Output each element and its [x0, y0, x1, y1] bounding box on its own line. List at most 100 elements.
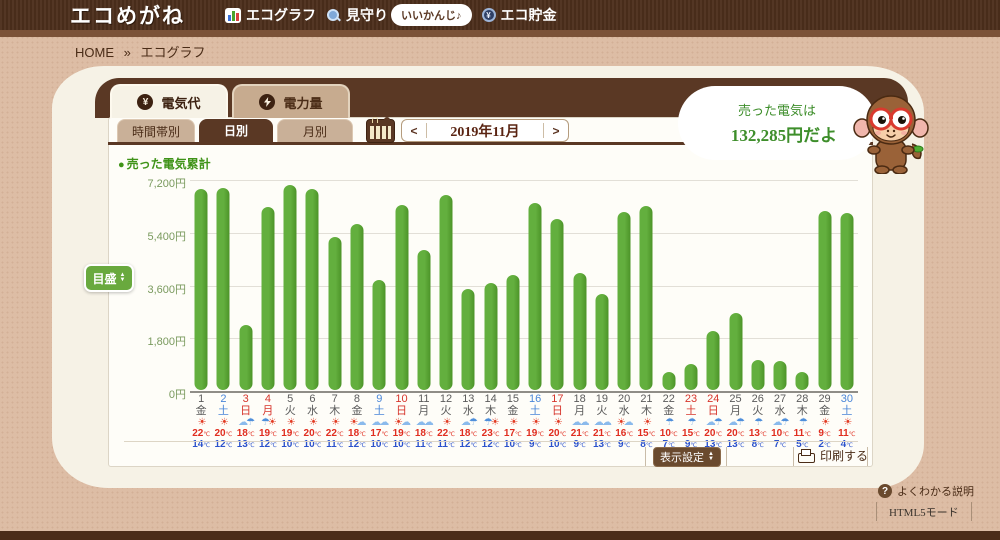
subtab-jikantaibetsu[interactable]: 時間帯別 — [117, 119, 195, 142]
bar-day-27 — [773, 360, 787, 390]
cloud-icon: ☁ — [593, 417, 604, 428]
help-link[interactable]: ? よくわかる説明 — [878, 483, 974, 499]
x-label-day-20: 20 水 ☀☁ 16℃ 9℃ — [613, 394, 635, 451]
umbrella-icon: ☂ — [736, 417, 745, 428]
divider — [793, 447, 794, 466]
next-month-button[interactable]: > — [544, 124, 568, 138]
bar-column-day-11 — [413, 180, 435, 391]
cloud-icon: ☁ — [728, 417, 738, 428]
bar-day-8 — [350, 223, 364, 390]
bar-column-day-14 — [479, 180, 501, 391]
bar-day-25 — [729, 313, 742, 390]
legend-label: 売った電気累計 — [126, 157, 211, 171]
display-settings-button[interactable]: 表示設定 ▲ ▼ — [653, 447, 721, 467]
date-navigator: < 2019年11月 > — [401, 119, 569, 142]
bolt-icon — [259, 94, 276, 110]
y-tick-label: 7,200円 — [147, 178, 186, 190]
tab-denryokuryo[interactable]: 電力量 — [232, 84, 350, 118]
bar-day-9 — [372, 279, 386, 390]
prev-month-button[interactable]: < — [402, 124, 426, 138]
bar-day-6 — [305, 188, 319, 390]
status-badge: いいかんじ♪ — [391, 4, 472, 26]
tab-label: 電気代 — [161, 95, 201, 111]
umbrella-icon: ☂ — [754, 417, 763, 428]
sun-icon: ☀ — [553, 417, 563, 428]
y-tick-label: 0円 — [168, 389, 186, 401]
subtab-tsukibetsu[interactable]: 月別 — [277, 119, 353, 142]
bar-day-18 — [573, 273, 587, 390]
umbrella-icon: ☂ — [687, 417, 696, 428]
cloud-icon: ☁ — [772, 417, 783, 428]
x-label-day-4: 4 月 ☂☀ 19℃ 12℃ — [257, 394, 279, 451]
bar-column-day-3 — [235, 180, 257, 391]
x-label-day-11: 11 月 ☁☁ 18℃ 11℃ — [413, 394, 435, 451]
bar-day-22 — [662, 372, 676, 390]
x-label-day-12: 12 火 ☀ 22℃ 11℃ — [435, 394, 457, 451]
sun-icon: ☀ — [331, 417, 340, 428]
sun-icon: ☀ — [286, 417, 296, 428]
bar-column-day-5 — [279, 180, 301, 391]
x-label-day-24: 24 日 ☁☂ 20℃ 13℃ — [702, 394, 724, 451]
bar-day-5 — [283, 185, 297, 390]
bar-column-day-25 — [724, 180, 746, 391]
bar-day-7 — [328, 237, 342, 390]
print-button[interactable]: 印刷する — [798, 447, 868, 464]
printer-icon — [798, 449, 815, 463]
nav-label: エコグラフ — [246, 7, 316, 23]
x-label-day-7: 7 木 ☀ 22℃ 11℃ — [324, 394, 346, 451]
x-label-day-2: 2 土 ☀ 20℃ 12℃ — [212, 394, 234, 451]
bar-column-day-4 — [257, 180, 279, 391]
bubble-line2: 132,285円だよ — [730, 126, 838, 145]
sun-icon: ☀ — [197, 417, 207, 428]
nav-item-ecochokin[interactable]: ¥ エコ貯金 — [481, 5, 557, 25]
breadcrumb-home-link[interactable]: HOME — [75, 45, 114, 60]
bar-chart-icon — [225, 7, 241, 23]
question-icon: ? — [878, 484, 892, 498]
bar-day-11 — [417, 249, 431, 390]
html5-mode-button[interactable]: HTML5モード — [876, 502, 972, 521]
cloud-icon: ☁ — [579, 417, 590, 428]
speech-bubble: 売った電気は 132,285円だよ — [678, 86, 876, 160]
sun-icon: ☀ — [442, 417, 452, 428]
x-labels-row: 1 金 ☀ 22℃ 14℃ 2 土 ☀ 20℃ 12℃ 3 日 ☁☂ 18℃ 13℃ 4 月 ☂☀ 19℃ 12℃ 5 火… — [190, 394, 858, 451]
bar-column-day-24 — [702, 180, 724, 391]
cloud-icon: ☁ — [238, 417, 248, 428]
calendar-icon[interactable] — [366, 117, 395, 143]
bar-column-day-1 — [190, 180, 212, 391]
bars-row — [190, 180, 858, 391]
bar-column-day-7 — [324, 180, 346, 391]
cloud-icon: ☁ — [401, 417, 411, 428]
x-label-day-9: 9 土 ☁☁ 17℃ 10℃ — [368, 394, 390, 451]
tab-denkidai[interactable]: ¥ 電気代 — [110, 84, 228, 118]
sun-icon: ☀ — [219, 417, 229, 428]
subtab-nichibetsu[interactable]: 日別 — [199, 119, 273, 142]
bar-column-day-17 — [546, 180, 568, 391]
scale-toggle-button[interactable]: 目盛 ▲ ▼ — [84, 264, 134, 292]
breadcrumb-separator: » — [123, 45, 131, 60]
sun-icon: ☀ — [821, 417, 830, 428]
divider — [726, 447, 727, 466]
bar-day-1 — [194, 189, 208, 390]
bar-day-19 — [595, 294, 609, 390]
bar-day-14 — [484, 283, 498, 390]
sun-icon: ☀ — [490, 417, 500, 428]
bar-column-day-19 — [591, 180, 613, 391]
weather-icons: ☀ — [813, 417, 835, 429]
nav-item-ecograph[interactable]: エコグラフ — [225, 5, 316, 25]
breadcrumb: HOME » エコグラフ — [75, 42, 206, 61]
x-label-day-22: 22 金 ☂ 10℃ 7℃ — [658, 394, 680, 451]
x-label-day-14: 14 木 ☂☀ 23℃ 12℃ — [479, 394, 501, 451]
bar-column-day-26 — [747, 180, 769, 391]
yen-icon: ¥ — [137, 94, 154, 110]
bar-column-day-9 — [368, 180, 390, 391]
nav-item-mimamori[interactable]: 見守り いいかんじ♪ — [326, 4, 472, 26]
cloud-icon: ☁ — [423, 417, 434, 428]
umbrella-icon: ☂ — [483, 417, 493, 428]
bar-column-day-22 — [658, 180, 680, 391]
bar-column-day-29 — [813, 180, 835, 391]
bar-column-day-18 — [569, 180, 591, 391]
cloud-icon: ☁ — [379, 417, 389, 428]
bar-day-10 — [395, 204, 409, 390]
bar-day-20 — [617, 212, 631, 390]
page-background: エコめがね エコグラフ 見守り いいかんじ♪ ¥ エコ貯金 HOME » エコグ… — [0, 0, 1000, 540]
